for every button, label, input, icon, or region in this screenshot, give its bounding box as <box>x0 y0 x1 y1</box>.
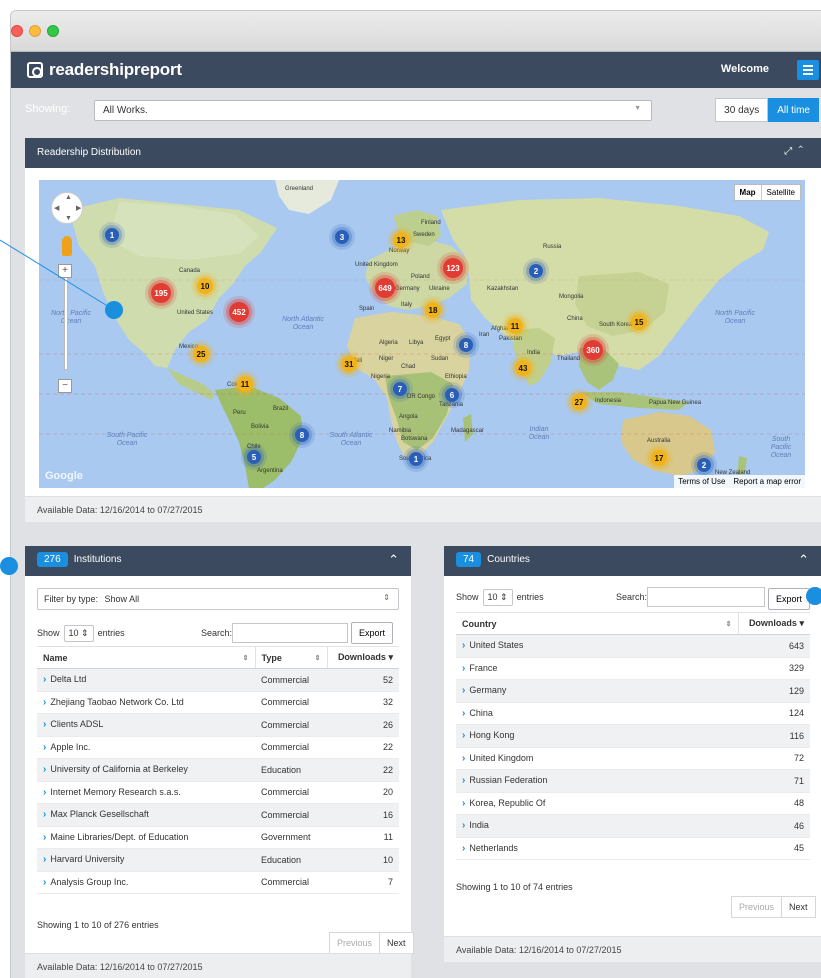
callout-dot <box>0 557 18 575</box>
callout-pointer-line <box>0 239 115 311</box>
callout-dot <box>806 587 821 605</box>
callout-dot <box>105 301 123 319</box>
